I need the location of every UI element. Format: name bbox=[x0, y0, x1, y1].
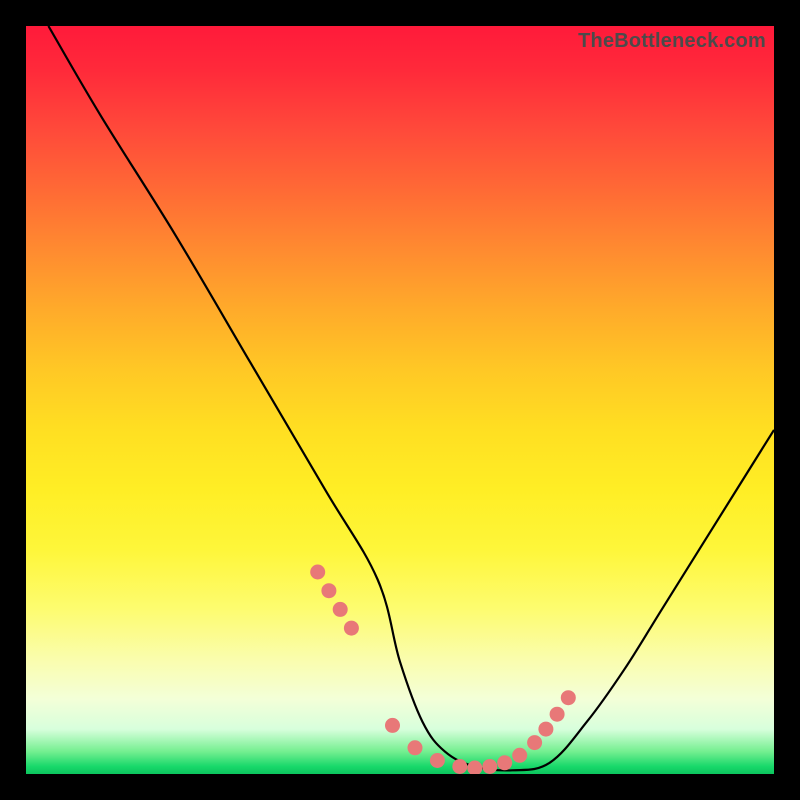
curve-marker bbox=[385, 718, 400, 733]
curve-marker bbox=[512, 748, 527, 763]
curve-marker bbox=[333, 602, 348, 617]
curve-marker bbox=[321, 583, 336, 598]
chart-overlay bbox=[26, 26, 774, 774]
curve-marker bbox=[538, 722, 553, 737]
curve-marker bbox=[430, 753, 445, 768]
curve-marker bbox=[452, 759, 467, 774]
chart-plot-area: TheBottleneck.com bbox=[26, 26, 774, 774]
curve-markers bbox=[310, 565, 576, 775]
bottleneck-curve bbox=[48, 26, 774, 770]
chart-stage: TheBottleneck.com bbox=[0, 0, 800, 800]
curve-marker bbox=[408, 740, 423, 755]
curve-marker bbox=[497, 755, 512, 770]
curve-marker bbox=[467, 761, 482, 775]
curve-marker bbox=[561, 690, 576, 705]
curve-marker bbox=[344, 621, 359, 636]
curve-marker bbox=[550, 707, 565, 722]
curve-marker bbox=[310, 565, 325, 580]
curve-marker bbox=[482, 759, 497, 774]
curve-marker bbox=[527, 735, 542, 750]
